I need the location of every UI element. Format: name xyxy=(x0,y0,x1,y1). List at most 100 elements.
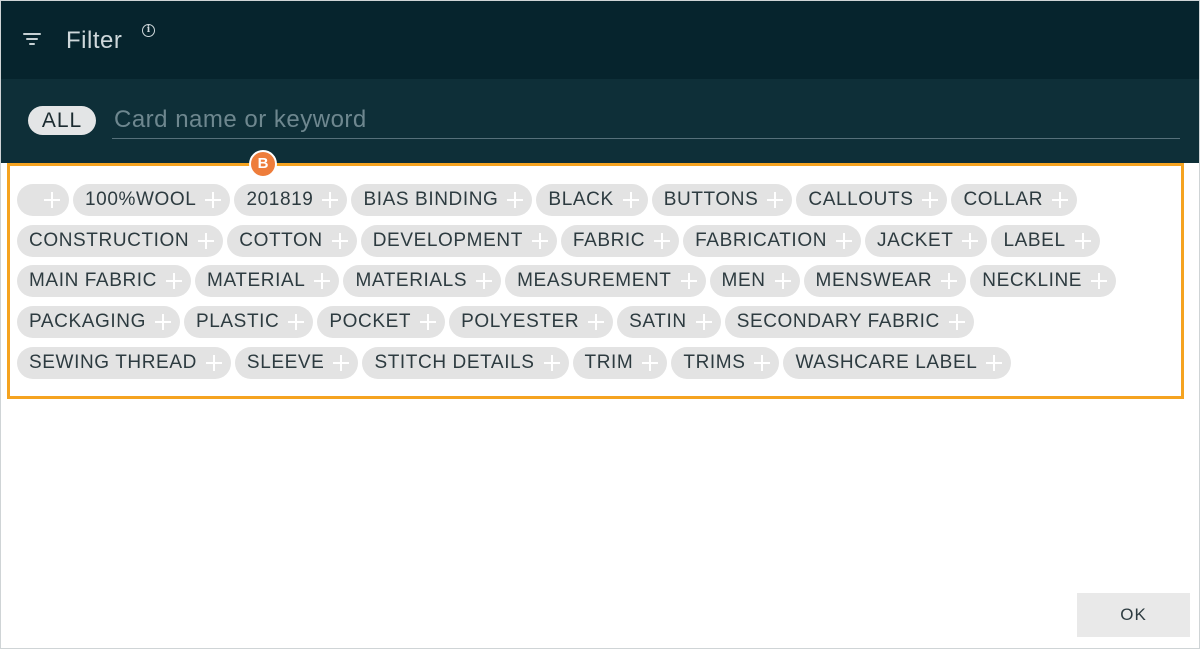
search-input[interactable] xyxy=(112,102,1180,139)
tag-label: COLLAR xyxy=(963,189,1044,210)
tag-chip[interactable]: MEN xyxy=(709,265,800,297)
tag-chip[interactable]: FABRICATION xyxy=(683,225,862,257)
tag-chip[interactable]: COLLAR xyxy=(951,184,1078,216)
tag-chip[interactable]: MEASUREMENT xyxy=(505,265,706,297)
add-tag-icon[interactable] xyxy=(986,355,1003,371)
tag-label: TRIM xyxy=(584,352,634,373)
tag-chip[interactable]: POCKET xyxy=(317,306,446,338)
tag-chip[interactable]: PLASTIC xyxy=(183,306,314,338)
add-tag-icon[interactable] xyxy=(166,273,183,289)
add-tag-icon[interactable] xyxy=(531,233,548,249)
tag-chip[interactable]: TRIMS xyxy=(671,347,780,379)
add-tag-icon[interactable] xyxy=(288,314,305,330)
tag-chip[interactable]: LABEL xyxy=(991,225,1100,257)
tag-label: PACKAGING xyxy=(29,311,146,332)
all-filter-chip[interactable]: ALL xyxy=(28,106,96,135)
add-tag-icon[interactable] xyxy=(543,355,560,371)
add-tag-icon[interactable] xyxy=(1052,192,1069,208)
info-icon[interactable]: i xyxy=(142,24,155,37)
tag-chip[interactable]: 100%WOOL xyxy=(73,184,231,216)
add-tag-icon[interactable] xyxy=(695,314,712,330)
step-badge: B xyxy=(249,150,277,178)
add-tag-icon[interactable] xyxy=(754,355,771,371)
tag-label: BUTTONS xyxy=(663,189,759,210)
add-tag-icon[interactable] xyxy=(948,314,965,330)
tag-chip[interactable]: CONSTRUCTION xyxy=(17,225,224,257)
tag-chip[interactable]: NECKLINE xyxy=(970,265,1117,297)
add-tag-icon[interactable] xyxy=(1091,273,1108,289)
tag-label: BLACK xyxy=(548,189,614,210)
tag-label: CALLOUTS xyxy=(808,189,914,210)
add-tag-icon[interactable] xyxy=(198,233,215,249)
tag-label: NECKLINE xyxy=(982,270,1083,291)
tag-chip[interactable]: WASHCARE LABEL xyxy=(783,347,1012,379)
tag-chip[interactable]: BIAS BINDING xyxy=(351,184,533,216)
tag-label: FABRIC xyxy=(572,230,646,251)
add-tag-icon[interactable] xyxy=(642,355,659,371)
tag-label: STITCH DETAILS xyxy=(374,352,535,373)
tag-label: WASHCARE LABEL xyxy=(795,352,978,373)
tag-label: MAIN FABRIC xyxy=(29,270,158,291)
tag-chip[interactable]: DEVELOPMENT xyxy=(360,225,557,257)
add-tag-icon[interactable] xyxy=(205,192,222,208)
filter-icon xyxy=(23,33,41,47)
tag-chip[interactable]: STITCH DETAILS xyxy=(362,347,569,379)
add-tag-icon[interactable] xyxy=(44,192,60,208)
tag-chip[interactable]: BLACK xyxy=(536,184,648,216)
tag-label: 100%WOOL xyxy=(85,189,197,210)
tag-chip[interactable]: TRIM xyxy=(572,347,668,379)
add-tag-icon[interactable] xyxy=(922,192,939,208)
tag-label: POCKET xyxy=(329,311,412,332)
tag-chip[interactable]: MENSWEAR xyxy=(803,265,967,297)
tag-chip[interactable]: SECONDARY FABRIC xyxy=(724,306,974,338)
tag-chip[interactable] xyxy=(17,184,69,216)
add-tag-icon[interactable] xyxy=(154,314,171,330)
add-tag-icon[interactable] xyxy=(322,192,339,208)
ok-button[interactable]: OK xyxy=(1077,593,1190,637)
add-tag-icon[interactable] xyxy=(680,273,697,289)
tag-label: COTTON xyxy=(239,230,323,251)
dialog-header: Filter i xyxy=(1,1,1199,79)
add-tag-icon[interactable] xyxy=(333,355,350,371)
tag-label: PLASTIC xyxy=(195,311,280,332)
add-tag-icon[interactable] xyxy=(331,233,348,249)
tag-label: DEVELOPMENT xyxy=(372,230,523,251)
tag-label: MENSWEAR xyxy=(815,270,933,291)
tag-chip[interactable]: BUTTONS xyxy=(651,184,793,216)
tag-label: FABRICATION xyxy=(695,230,828,251)
add-tag-icon[interactable] xyxy=(654,233,671,249)
tag-chip[interactable]: SATIN xyxy=(617,306,721,338)
tag-chip[interactable]: MATERIALS xyxy=(343,265,502,297)
add-tag-icon[interactable] xyxy=(314,273,331,289)
add-tag-icon[interactable] xyxy=(420,314,437,330)
tag-chip[interactable]: CALLOUTS xyxy=(796,184,948,216)
tag-label: SLEEVE xyxy=(246,352,325,373)
tag-chip[interactable]: POLYESTER xyxy=(449,306,614,338)
add-tag-icon[interactable] xyxy=(507,192,524,208)
tag-chip[interactable]: SEWING THREAD xyxy=(17,347,231,379)
tag-chip[interactable]: MAIN FABRIC xyxy=(17,265,192,297)
add-tag-icon[interactable] xyxy=(1074,233,1091,249)
add-tag-icon[interactable] xyxy=(962,233,979,249)
tag-label: JACKET xyxy=(877,230,954,251)
tag-chip[interactable]: COTTON xyxy=(227,225,357,257)
tag-label: MATERIAL xyxy=(207,270,306,291)
tag-chip[interactable]: FABRIC xyxy=(560,225,680,257)
add-tag-icon[interactable] xyxy=(622,192,639,208)
tag-label: SECONDARY FABRIC xyxy=(736,311,940,332)
tag-chip[interactable]: MATERIAL xyxy=(195,265,340,297)
tag-label: 201819 xyxy=(246,189,314,210)
tag-label: CONSTRUCTION xyxy=(29,230,190,251)
add-tag-icon[interactable] xyxy=(767,192,784,208)
add-tag-icon[interactable] xyxy=(836,233,853,249)
tag-chip[interactable]: SLEEVE xyxy=(234,347,359,379)
add-tag-icon[interactable] xyxy=(588,314,605,330)
add-tag-icon[interactable] xyxy=(205,355,222,371)
tag-chip[interactable]: PACKAGING xyxy=(17,306,180,338)
tag-chip[interactable]: 201819 xyxy=(234,184,348,216)
add-tag-icon[interactable] xyxy=(941,273,958,289)
tag-chip[interactable]: JACKET xyxy=(865,225,988,257)
add-tag-icon[interactable] xyxy=(476,273,493,289)
add-tag-icon[interactable] xyxy=(774,273,791,289)
tag-label: TRIMS xyxy=(683,352,746,373)
